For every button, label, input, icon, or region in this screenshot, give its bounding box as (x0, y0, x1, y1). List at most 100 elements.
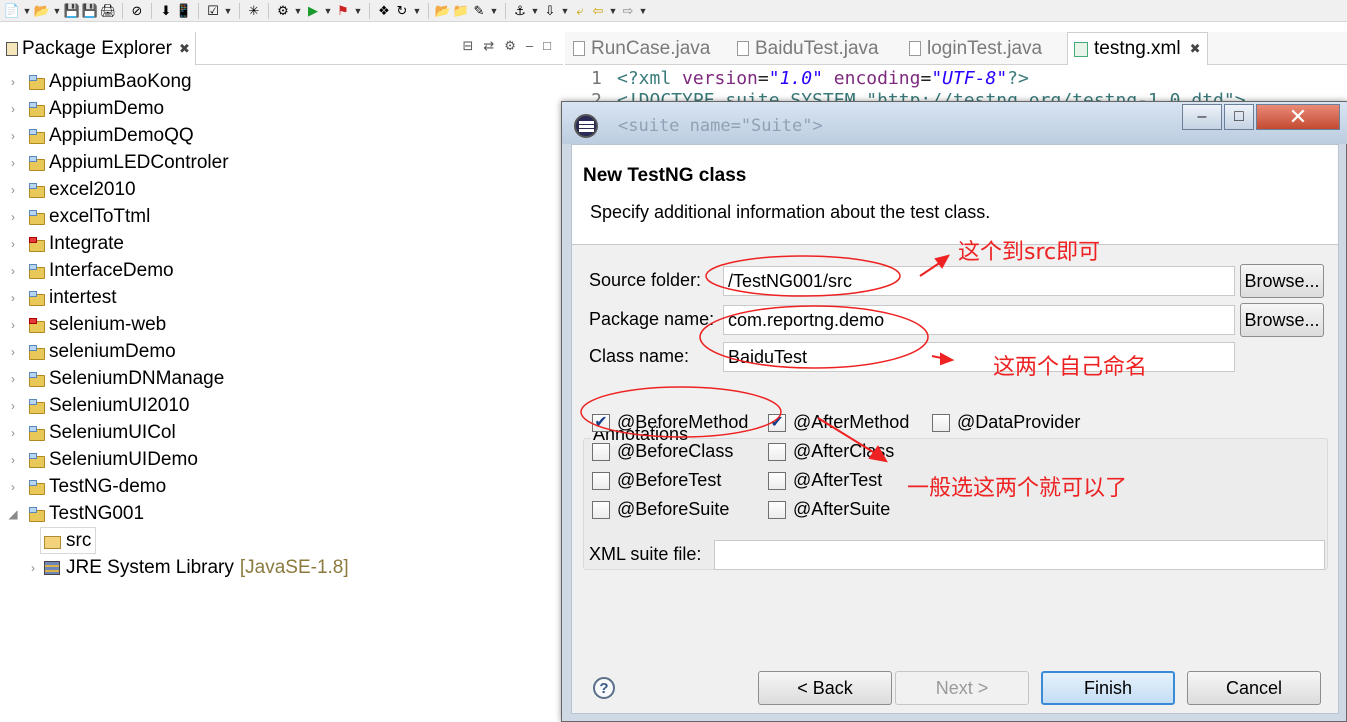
browse-package-button[interactable]: Browse... (1240, 303, 1324, 337)
close-icon[interactable]: ✖ (179, 41, 190, 57)
checkbox-box[interactable]: ✔ (768, 413, 786, 432)
open-dropdown[interactable]: ▼ (52, 6, 62, 16)
checkbox-box[interactable] (932, 413, 950, 432)
view-menu-icon[interactable]: ⚙ (504, 38, 516, 54)
refresh-icon[interactable]: ↻ (394, 3, 410, 19)
checkbox-before-suite[interactable]: @BeforeSuite (592, 499, 729, 520)
checkbox-before-class[interactable]: @BeforeClass (592, 441, 733, 462)
tab-baidutest-java[interactable]: BaiduTest.java (737, 32, 879, 65)
tree-item-project[interactable]: ◢ TestNG001 (6, 500, 144, 527)
expand-arrow-icon[interactable]: › (6, 210, 20, 224)
expand-arrow-icon[interactable]: › (6, 156, 20, 170)
external-tools-dropdown[interactable]: ▼ (353, 6, 363, 16)
expand-arrow-icon[interactable]: › (6, 75, 20, 89)
pen-dropdown[interactable]: ▼ (489, 6, 499, 16)
pen-icon[interactable]: ✎ (471, 3, 487, 19)
expand-arrow-icon[interactable]: › (6, 318, 20, 332)
save-icon[interactable]: 💾 (64, 3, 80, 19)
checkbox-before-test[interactable]: @BeforeTest (592, 470, 721, 491)
maximize-icon[interactable]: □ (543, 38, 551, 54)
tree-item-project[interactable]: › excel2010 (6, 176, 136, 203)
package-name-field[interactable]: com.reportng.demo (723, 305, 1235, 335)
prev-icon[interactable]: ⤶ (572, 3, 588, 19)
tree-item-project[interactable]: › excelToTtml (6, 203, 150, 230)
collapse-all-icon[interactable]: ⊟ (462, 38, 473, 54)
close-icon[interactable]: ✖ (1190, 41, 1201, 57)
expand-arrow-icon[interactable]: › (6, 291, 20, 305)
dialog-titlebar[interactable]: <suite name="Suite"> – □ ✕ (562, 102, 1347, 144)
skip-breakpoints-icon[interactable]: ⊘ (129, 3, 145, 19)
tab-package-explorer[interactable]: Package Explorer ✖ (0, 32, 196, 65)
tree-item-project[interactable]: › InterfaceDemo (6, 257, 174, 284)
package-icon[interactable]: ❖ (376, 3, 392, 19)
cancel-button[interactable]: Cancel (1187, 671, 1321, 705)
expand-arrow-icon[interactable]: › (6, 237, 20, 251)
expand-arrow-icon[interactable]: › (6, 264, 20, 278)
tree-item-project[interactable]: › intertest (6, 284, 117, 311)
tab-testng-xml[interactable]: testng.xml ✖ (1067, 32, 1208, 65)
expand-arrow-icon[interactable]: › (26, 561, 40, 575)
maximize-button[interactable]: □ (1224, 104, 1254, 130)
checkbox-box[interactable]: ✔ (592, 413, 610, 432)
phone-icon[interactable]: 📱 (176, 3, 192, 19)
refresh-dropdown[interactable]: ▼ (412, 6, 422, 16)
finish-button[interactable]: Finish (1041, 671, 1175, 705)
collapse-arrow-icon[interactable]: ◢ (6, 507, 20, 521)
checkbox-box[interactable] (768, 500, 786, 519)
tree-item-project[interactable]: › selenium-web (6, 311, 166, 338)
expand-arrow-icon[interactable]: › (6, 426, 20, 440)
forward-icon[interactable]: ⇨ (620, 3, 636, 19)
expand-arrow-icon[interactable]: › (6, 372, 20, 386)
forward-dropdown[interactable]: ▼ (638, 6, 648, 16)
checkbox-after-test[interactable]: @AfterTest (768, 470, 882, 491)
open-icon[interactable]: 📂 (34, 3, 50, 19)
expand-arrow-icon[interactable]: › (6, 345, 20, 359)
tree-item-src[interactable]: src (40, 527, 97, 554)
external-tools-icon[interactable]: ⚑ (335, 3, 351, 19)
tree-item-project[interactable]: › AppiumDemoQQ (6, 122, 194, 149)
next-button[interactable]: Next > (895, 671, 1029, 705)
print-icon[interactable]: 🖨 (100, 3, 117, 19)
link-editor-icon[interactable]: ⇄ (483, 38, 494, 54)
tab-runcase-java[interactable]: RunCase.java (573, 32, 710, 65)
pin-dropdown[interactable]: ▼ (530, 6, 540, 16)
checkbox-data-provider[interactable]: @DataProvider (932, 412, 1080, 433)
xml-suite-field[interactable] (714, 540, 1325, 570)
debug-dropdown[interactable]: ▼ (293, 6, 303, 16)
tree-item-project[interactable]: › Integrate (6, 230, 124, 257)
checkbox-after-class[interactable]: @AfterClass (768, 441, 894, 462)
tree-item-project[interactable]: › AppiumBaoKong (6, 68, 192, 95)
tree-item-project[interactable]: › SeleniumUICol (6, 419, 176, 446)
expand-arrow-icon[interactable]: › (6, 183, 20, 197)
expand-arrow-icon[interactable]: › (6, 102, 20, 116)
next-icon[interactable]: ⇩ (542, 3, 558, 19)
tree-item-project[interactable]: › seleniumDemo (6, 338, 176, 365)
tree-item-project[interactable]: › SeleniumUIDemo (6, 446, 198, 473)
browse-source-folder-button[interactable]: Browse... (1240, 264, 1324, 298)
tree-item-jre-library[interactable]: › JRE System Library [JavaSE-1.8] (26, 554, 349, 581)
run-dropdown[interactable]: ▼ (323, 6, 333, 16)
new-class-icon[interactable]: ✳ (246, 3, 262, 19)
checkbox-icon[interactable]: ☑ (205, 3, 221, 19)
folder-icon[interactable]: 📁 (453, 3, 469, 19)
debug-icon[interactable]: ⚙ (275, 3, 291, 19)
tree-item-project[interactable]: › SeleniumUI2010 (6, 392, 189, 419)
tab-logintest-java[interactable]: loginTest.java (909, 32, 1042, 65)
checkbox-after-method[interactable]: ✔ @AfterMethod (768, 412, 909, 433)
tree-item-project[interactable]: › AppiumLEDControler (6, 149, 229, 176)
checkbox-dropdown[interactable]: ▼ (223, 6, 233, 16)
source-folder-field[interactable]: /TestNG001/src (723, 266, 1235, 296)
code-line-1[interactable]: 1 <?xml version="1.0" encoding="UTF-8"?> (591, 68, 1029, 89)
checkbox-box[interactable] (768, 442, 786, 461)
checkbox-box[interactable] (592, 471, 610, 490)
expand-arrow-icon[interactable]: › (6, 453, 20, 467)
new-dropdown[interactable]: ▼ (22, 6, 32, 16)
help-icon[interactable]: ? (593, 677, 615, 699)
back-dropdown[interactable]: ▼ (608, 6, 618, 16)
new-icon[interactable]: 📄 (4, 3, 20, 19)
checkbox-before-method[interactable]: ✔ @BeforeMethod (592, 412, 748, 433)
next-dropdown[interactable]: ▼ (560, 6, 570, 16)
open-folder-icon[interactable]: 📂 (435, 3, 451, 19)
checkbox-box[interactable] (768, 471, 786, 490)
expand-arrow-icon[interactable]: › (6, 129, 20, 143)
